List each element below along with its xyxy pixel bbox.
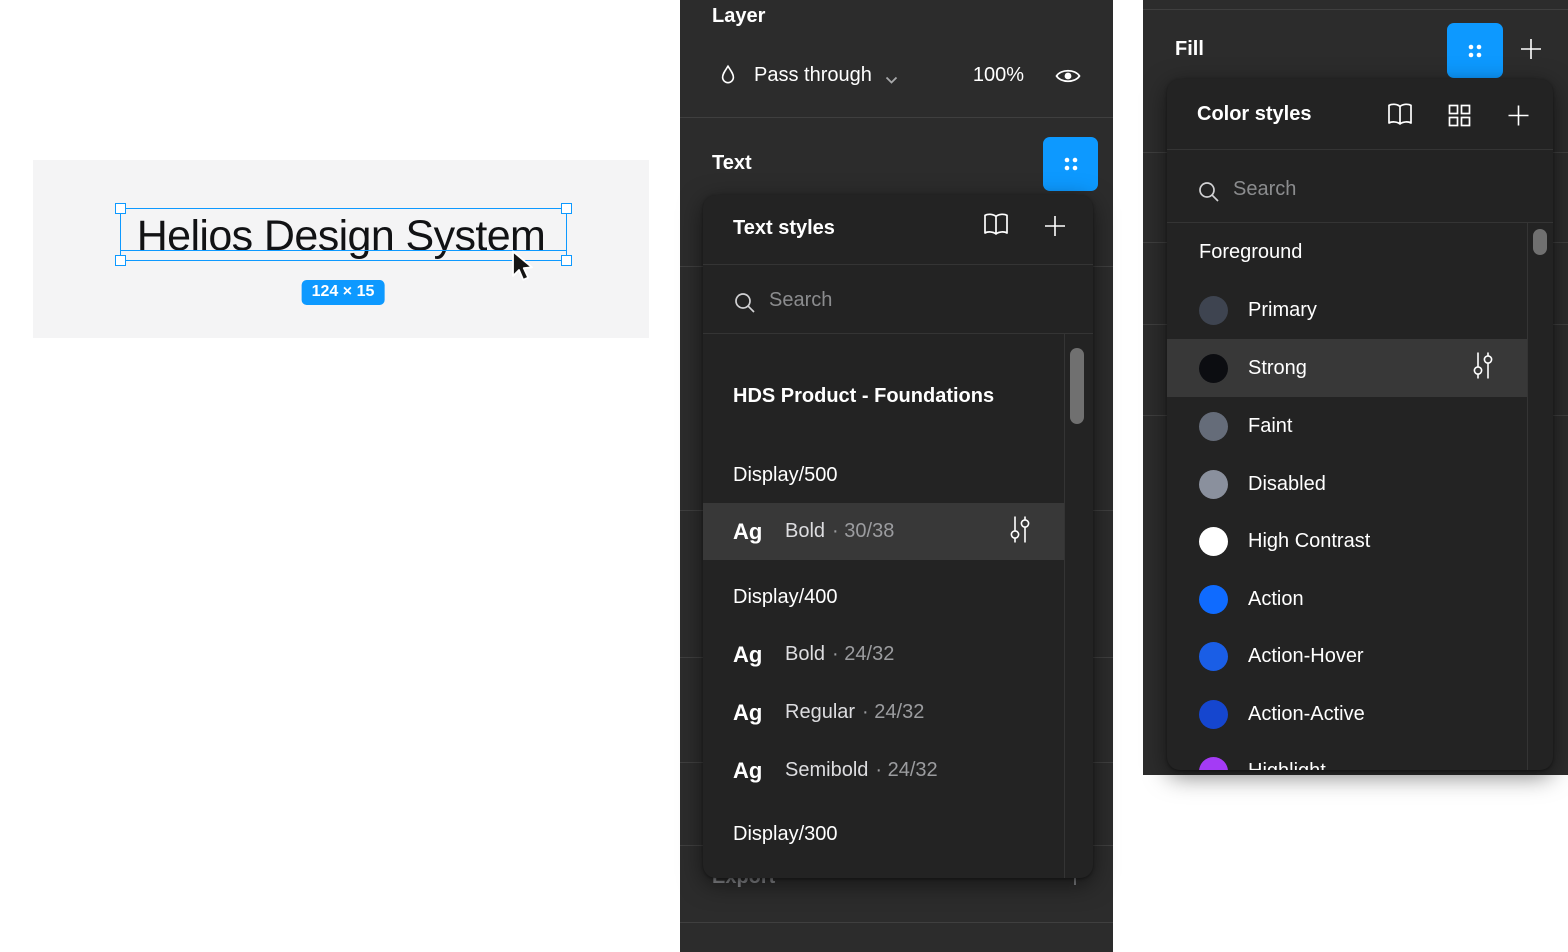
text-style-applied-button[interactable] [1043,137,1098,191]
text-style-option[interactable]: Ag Regular · 24/32 [703,684,1064,741]
style-sample: Ag [733,700,785,726]
color-group-header: Foreground [1167,223,1527,281]
color-styles-list: Foreground Primary Strong [1167,223,1553,770]
color-style-option[interactable]: Disabled [1167,455,1527,513]
color-styles-search-input[interactable] [1231,177,1475,202]
scrollbar-track [1527,223,1528,770]
chevron-down-icon [884,72,899,90]
popup-divider [1167,149,1553,150]
color-swatch [1199,585,1228,614]
color-swatch [1199,296,1228,325]
open-book-icon[interactable] [1385,102,1415,133]
properties-panel: Layer Pass through 100% Text Export [680,0,1113,952]
add-color-style-plus-icon[interactable] [1505,102,1532,134]
selection-handle[interactable] [561,203,572,214]
text-style-option[interactable]: Ag Bold · 30/38 [703,503,1064,560]
four-dots-icon [1058,151,1084,177]
scrollbar-track [1064,334,1065,878]
text-styles-search-input[interactable] [767,288,1011,313]
color-style-option[interactable]: Action-Active [1167,685,1527,743]
color-swatch [1199,642,1228,671]
style-group-header: Display/500 [703,447,1064,504]
style-group-header: Display/400 [703,569,1064,626]
color-style-option[interactable]: Highlight [1167,742,1527,770]
selection-bounding-box [120,208,567,261]
style-group-header: Display/300 [703,806,1064,863]
color-style-option[interactable]: Action-Hover [1167,627,1527,685]
style-sample: Ag [733,519,785,545]
color-swatch [1199,527,1228,556]
text-styles-popup: Text styles HDS Product - Found [703,195,1093,878]
section-divider [680,117,1113,118]
selection-handle[interactable] [115,255,126,266]
color-swatch [1199,757,1228,771]
fill-style-applied-button[interactable] [1447,23,1503,78]
popup-divider [703,264,1093,265]
style-sample: Ag [733,642,785,668]
text-styles-popup-title: Text styles [733,217,835,240]
color-swatch [1199,354,1228,383]
color-swatch [1199,470,1228,499]
text-style-option[interactable]: Ag Bold · 24/32 [703,626,1064,683]
text-styles-list: HDS Product - Foundations Display/500 Ag… [703,334,1093,878]
sliders-icon[interactable] [1471,350,1495,387]
grid-view-icon[interactable] [1446,102,1473,134]
color-style-option[interactable]: High Contrast [1167,512,1527,570]
blend-mode-select[interactable]: Pass through [754,64,872,87]
color-style-option[interactable]: Strong [1167,339,1527,397]
color-styles-popup-title: Color styles [1197,103,1311,126]
canvas-area[interactable]: Helios Design System 124 × 15 [0,0,680,952]
section-divider [1143,9,1568,10]
text-style-option[interactable]: Ag Semibold · 24/32 [703,742,1064,799]
blend-mode-droplet-icon [716,63,740,92]
sliders-icon[interactable] [1008,513,1032,550]
four-dots-icon [1462,38,1488,64]
layer-section-title: Layer [712,5,765,28]
open-book-icon[interactable] [981,212,1011,243]
section-divider [680,922,1113,923]
color-styles-popup: Color styles [1167,79,1553,770]
add-text-style-plus-icon[interactable] [1041,212,1069,245]
selection-handle[interactable] [561,255,572,266]
color-style-option[interactable]: Action [1167,570,1527,628]
fill-panel: Fill Color styles [1143,0,1568,775]
scrollbar-thumb[interactable] [1070,348,1084,424]
visibility-eye-icon[interactable] [1054,65,1082,92]
color-swatch [1199,700,1228,729]
cursor-arrow-icon [510,250,540,289]
color-style-option[interactable]: Faint [1167,397,1527,455]
text-section-title: Text [712,152,752,175]
magnifier-icon [733,291,757,320]
scrollbar-thumb[interactable] [1533,229,1547,255]
magnifier-icon [1197,180,1221,209]
text-baseline-guide [120,250,567,251]
style-sample: Ag [733,758,785,784]
fill-section-title: Fill [1175,38,1204,61]
color-style-option[interactable]: Primary [1167,281,1527,339]
selection-handle[interactable] [115,203,126,214]
color-swatch [1199,412,1228,441]
opacity-input[interactable]: 100% [970,64,1024,87]
add-fill-plus-icon[interactable] [1518,36,1544,67]
dimensions-badge: 124 × 15 [302,280,385,305]
library-header: HDS Product - Foundations [703,368,1064,425]
